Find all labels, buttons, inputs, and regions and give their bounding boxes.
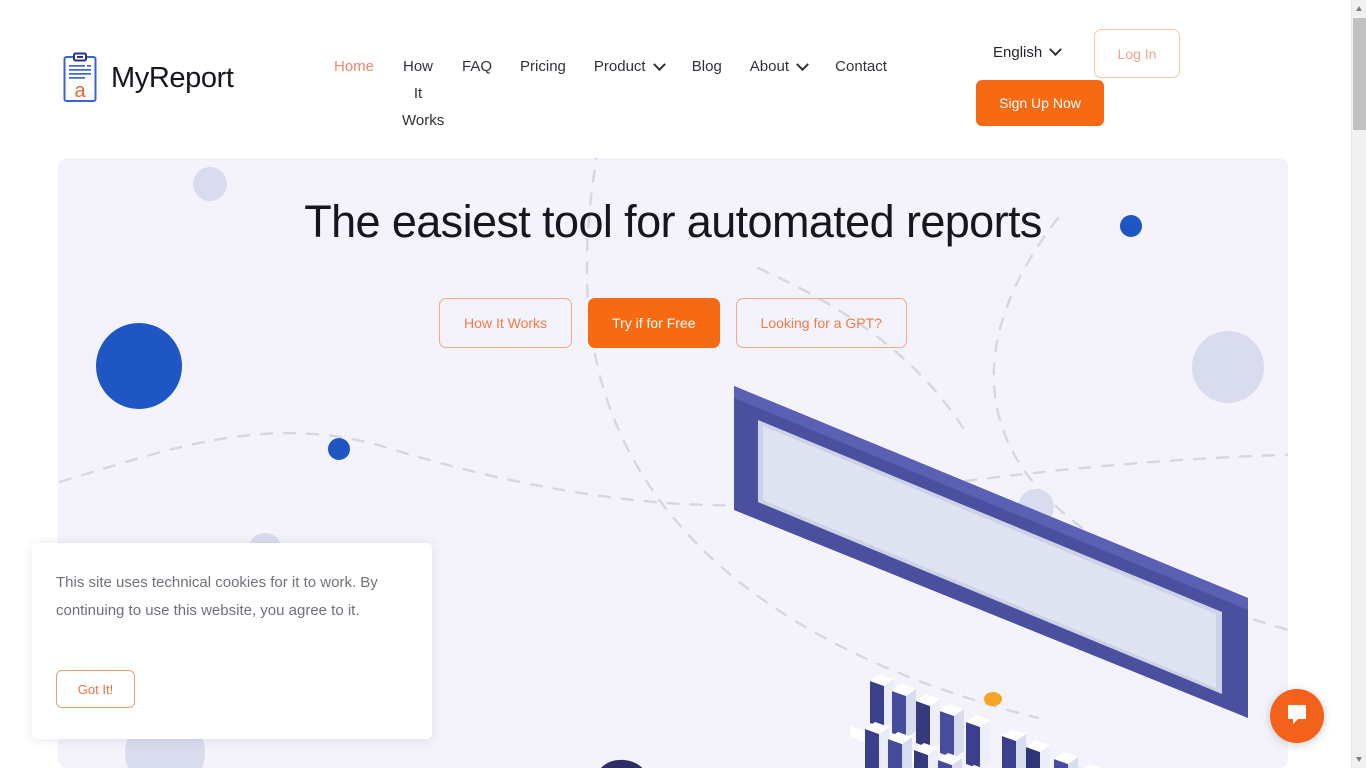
- nav-item-about[interactable]: About: [736, 50, 821, 83]
- nav-item-how-it-works[interactable]: How It Works: [388, 50, 448, 137]
- chat-bubble-icon: [1284, 701, 1310, 732]
- nav-item-faq[interactable]: FAQ: [448, 50, 506, 83]
- login-button[interactable]: Log In: [1094, 29, 1180, 78]
- login-button-label: Log In: [1117, 45, 1157, 62]
- main-navigation: Home How It Works FAQ Pricing Product Bl…: [320, 50, 980, 137]
- chevron-down-icon: [1049, 43, 1063, 57]
- language-selector[interactable]: English: [993, 43, 1063, 61]
- hero-title: The easiest tool for automated reports: [304, 196, 1042, 247]
- nav-item-pricing[interactable]: Pricing: [506, 50, 580, 83]
- scroll-down-arrow-icon[interactable]: [1352, 751, 1366, 768]
- scrollbar-thumb[interactable]: [1353, 18, 1366, 130]
- site-logo-text: MyReport: [111, 61, 234, 94]
- nav-item-home[interactable]: Home: [320, 50, 388, 83]
- cookie-consent-banner: This site uses technical cookies for it …: [32, 543, 432, 739]
- hero-how-it-works-button[interactable]: How It Works: [439, 298, 573, 348]
- hero-looking-for-gpt-button[interactable]: Looking for a GPT?: [735, 298, 907, 348]
- signup-button-label: Sign Up Now: [999, 95, 1081, 111]
- clipboard-report-icon: a: [62, 52, 98, 104]
- chat-widget-button[interactable]: [1270, 689, 1324, 743]
- chevron-down-icon: [652, 57, 666, 71]
- chevron-down-icon: [796, 57, 810, 71]
- hero-try-free-button[interactable]: Try if for Free: [588, 298, 720, 348]
- cookie-accept-label: Got It!: [77, 681, 114, 697]
- site-header: a MyReport Home How It Works FAQ Pricing…: [0, 0, 1351, 158]
- nav-item-product[interactable]: Product: [580, 50, 678, 83]
- svg-text:a: a: [74, 80, 86, 102]
- signup-button[interactable]: Sign Up Now: [976, 80, 1104, 126]
- cookie-consent-message: This site uses technical cookies for it …: [56, 574, 378, 619]
- nav-item-contact[interactable]: Contact: [821, 50, 901, 83]
- hero-cta-group: How It Works Try if for Free Looking for…: [58, 298, 1288, 348]
- language-selector-label: English: [993, 44, 1043, 61]
- site-logo[interactable]: a MyReport: [62, 52, 234, 104]
- cookie-accept-button[interactable]: Got It!: [56, 670, 135, 708]
- vertical-scrollbar[interactable]: [1351, 0, 1366, 768]
- nav-item-blog[interactable]: Blog: [678, 50, 736, 83]
- scroll-up-arrow-icon[interactable]: [1352, 0, 1366, 17]
- browser-page-viewport: a MyReport Home How It Works FAQ Pricing…: [0, 0, 1351, 768]
